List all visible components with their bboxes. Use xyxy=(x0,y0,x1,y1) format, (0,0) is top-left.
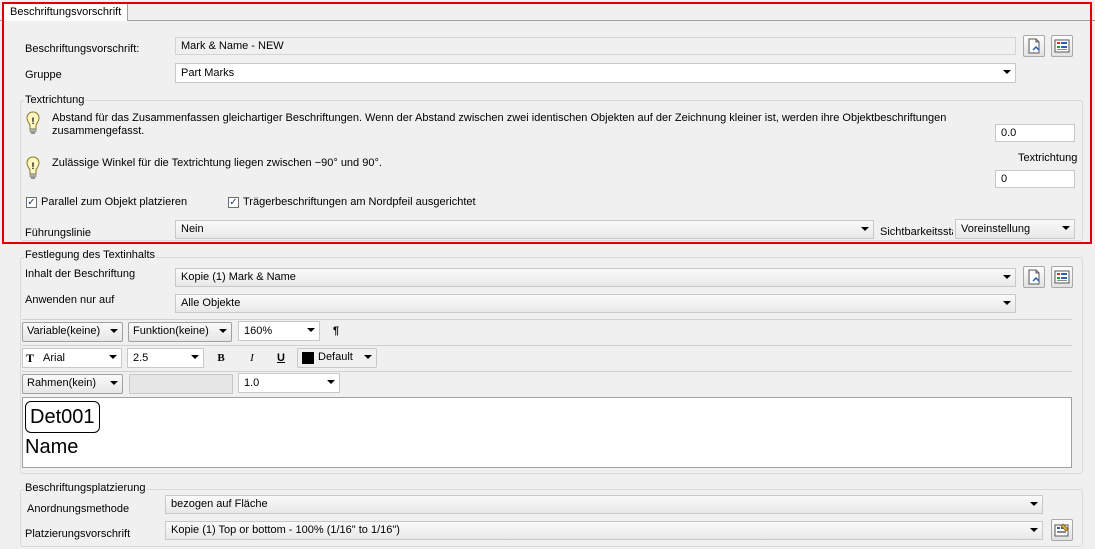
group-select-value: Part Marks xyxy=(181,67,235,79)
merge-distance-input[interactable]: 0.0 xyxy=(995,124,1075,142)
function-select-value: Funktion(keine) xyxy=(133,325,209,337)
visibility-select[interactable]: Voreinstellung xyxy=(955,219,1075,239)
font-size-select[interactable]: 2.5 xyxy=(127,348,204,368)
north-arrow-checkbox[interactable]: ✓ xyxy=(228,197,239,208)
zoom-select[interactable]: 160% xyxy=(238,321,320,341)
visibility-select-value: Voreinstellung xyxy=(961,223,1031,235)
edit-placement-button[interactable] xyxy=(1051,519,1073,541)
label-text-editor[interactable]: Det001 Name xyxy=(22,397,1072,468)
leader-select[interactable]: Nein xyxy=(175,220,874,239)
content-select[interactable]: Kopie (1) Mark & Name xyxy=(175,268,1016,287)
text-color-select[interactable]: Default xyxy=(297,348,377,368)
chevron-down-icon xyxy=(1003,70,1011,74)
placement-rule-select-value: Kopie (1) Top or bottom - 100% (1/16" to… xyxy=(171,524,400,536)
rule-name-field[interactable]: Mark & Name - NEW xyxy=(175,37,1016,55)
leader-label: Führungslinie xyxy=(25,227,92,239)
frame-select-value: Rahmen(kein) xyxy=(27,377,97,389)
content-properties-button[interactable] xyxy=(1051,266,1073,288)
line-width-select[interactable]: 1.0 xyxy=(238,373,340,393)
font-size-select-value: 2.5 xyxy=(133,352,149,364)
text-direction-input[interactable]: 0 xyxy=(995,170,1075,188)
apply-label: Anwenden nur auf xyxy=(25,294,115,306)
frame-select[interactable]: Rahmen(kein) xyxy=(22,374,123,394)
chevron-down-icon xyxy=(1062,226,1070,230)
content-label: Inhalt der Beschriftung xyxy=(25,268,136,280)
underline-button[interactable]: U xyxy=(271,348,291,368)
group-select[interactable]: Part Marks xyxy=(175,63,1016,83)
chevron-down-icon xyxy=(307,328,315,332)
zoom-select-value: 160% xyxy=(244,325,273,337)
mark-token[interactable]: Det001 xyxy=(25,401,100,433)
color-swatch xyxy=(302,352,314,364)
parallel-checkbox-label: Parallel zum Objekt platzieren xyxy=(41,196,188,208)
new-document-button[interactable] xyxy=(1023,35,1045,57)
placement-rule-label: Platzierungsvorschrift xyxy=(25,528,131,540)
tab-labeling-rule[interactable]: Beschriftungsvorschrift xyxy=(3,2,129,21)
toolbar-separator xyxy=(22,371,1072,372)
text-direction-label: Textrichtung xyxy=(1018,152,1078,164)
angle-info: Zulässige Winkel für die Textrichtung li… xyxy=(52,157,382,169)
placement-title: Beschriftungsplatzierung xyxy=(24,482,147,494)
chevron-down-icon xyxy=(861,227,869,231)
tab-baseline xyxy=(0,20,1095,21)
truetype-font-icon: T xyxy=(26,351,35,365)
parallel-checkbox[interactable]: ✓ xyxy=(26,197,37,208)
chevron-down-icon xyxy=(1030,502,1038,506)
edit-properties-icon xyxy=(1054,523,1069,537)
chevron-down-icon xyxy=(327,380,335,384)
rule-label: Beschriftungsvorschrift: xyxy=(25,43,140,55)
chevron-down-icon xyxy=(1003,275,1011,279)
function-select[interactable]: Funktion(keine) xyxy=(128,322,232,342)
visibility-label: Sichtbarkeitssta xyxy=(880,226,953,238)
group-label: Gruppe xyxy=(25,69,62,81)
new-document-icon xyxy=(1028,269,1040,285)
lightbulb-icon: ! xyxy=(26,156,40,179)
method-select-value: bezogen auf Fläche xyxy=(171,498,268,510)
text-direction-title: Textrichtung xyxy=(24,94,86,106)
toolbar-separator xyxy=(22,319,1072,320)
chevron-down-icon xyxy=(110,381,118,385)
italic-button[interactable]: I xyxy=(242,348,262,368)
chevron-down-icon xyxy=(109,355,117,359)
leader-select-value: Nein xyxy=(181,223,204,235)
line-width-select-value: 1.0 xyxy=(244,377,260,389)
merge-distance-info: Abstand für das Zusammenfassen gleichart… xyxy=(52,112,947,137)
pilcrow-button[interactable]: ¶ xyxy=(326,321,346,341)
svg-text:!: ! xyxy=(32,161,35,171)
apply-select[interactable]: Alle Objekte xyxy=(175,294,1016,313)
list-properties-icon xyxy=(1054,270,1070,284)
chevron-down-icon xyxy=(1003,301,1011,305)
list-properties-button[interactable] xyxy=(1051,35,1073,57)
content-select-value: Kopie (1) Mark & Name xyxy=(181,271,296,283)
chevron-down-icon xyxy=(191,355,199,359)
frame-color-box[interactable] xyxy=(129,374,233,394)
bold-button[interactable]: B xyxy=(211,348,231,368)
new-content-button[interactable] xyxy=(1023,266,1045,288)
method-label: Anordnungsmethode xyxy=(27,503,130,515)
svg-text:!: ! xyxy=(32,116,35,126)
apply-select-value: Alle Objekte xyxy=(181,297,241,309)
variable-select-value: Variable(keine) xyxy=(27,325,101,337)
chevron-down-icon xyxy=(1030,528,1038,532)
font-select[interactable]: T Arial xyxy=(22,348,122,368)
new-document-icon xyxy=(1028,38,1040,54)
text-content-title: Festlegung des Textinhalts xyxy=(24,249,157,261)
variable-select[interactable]: Variable(keine) xyxy=(22,322,123,342)
font-select-value: Arial xyxy=(43,352,66,364)
text-color-select-value: Default xyxy=(318,351,353,363)
method-select[interactable]: bezogen auf Fläche xyxy=(165,495,1043,514)
toolbar-separator xyxy=(22,345,1072,346)
chevron-down-icon xyxy=(219,329,227,333)
chevron-down-icon xyxy=(110,329,118,333)
lightbulb-icon: ! xyxy=(26,111,40,134)
chevron-down-icon xyxy=(364,355,372,359)
list-properties-icon xyxy=(1054,39,1070,53)
placement-rule-select[interactable]: Kopie (1) Top or bottom - 100% (1/16" to… xyxy=(165,521,1043,540)
north-arrow-checkbox-label: Trägerbeschriftungen am Nordpfeil ausger… xyxy=(243,196,476,208)
name-token[interactable]: Name xyxy=(25,436,78,459)
